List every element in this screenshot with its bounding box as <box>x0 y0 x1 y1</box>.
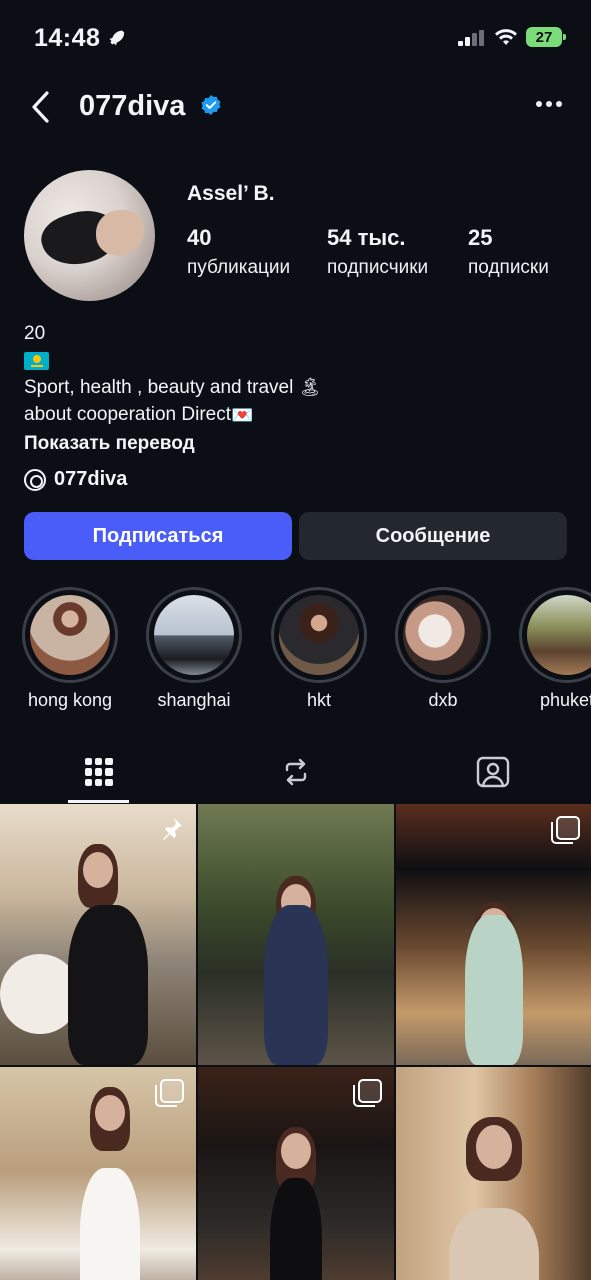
highlight-shanghai[interactable]: shanghai <box>145 587 243 711</box>
threads-handle: 077diva <box>54 468 128 490</box>
carousel-post-icon <box>353 1079 382 1107</box>
bio-line-age: 20 <box>24 323 46 344</box>
story-highlights: hong kong shanghai hkt dxb phuket <box>0 587 591 717</box>
highlight-phuket[interactable]: phuket <box>518 587 591 711</box>
threads-icon <box>24 468 46 491</box>
grid-icon <box>84 758 113 786</box>
kazakhstan-flag-icon <box>24 351 49 370</box>
stat-following-value: 25 <box>468 225 493 250</box>
stat-posts-value: 40 <box>187 225 212 250</box>
follow-button[interactable]: Подписаться <box>24 512 292 560</box>
highlight-label: shanghai <box>157 690 231 710</box>
message-button[interactable]: Сообщение <box>299 512 567 560</box>
highlight-label: dxb <box>428 690 458 710</box>
tagged-person-icon <box>476 756 509 788</box>
posts-grid <box>0 804 591 1280</box>
wifi-icon <box>495 29 517 45</box>
carousel-post-icon <box>551 816 580 844</box>
highlight-hong-kong[interactable]: hong kong <box>21 587 119 711</box>
highlight-cover <box>30 595 110 675</box>
post-thumbnail[interactable] <box>0 1067 196 1280</box>
island-emoji-icon: 🏝 <box>298 377 322 398</box>
highlight-cover <box>527 595 591 675</box>
battery-indicator: 27 <box>526 27 566 47</box>
stat-followers[interactable]: 54 тыс. подписчики <box>327 225 428 279</box>
highlight-label: hkt <box>306 690 331 710</box>
post-thumbnail[interactable] <box>396 804 591 1065</box>
tab-tagged[interactable] <box>394 740 591 804</box>
cellular-signal-icon <box>458 30 484 46</box>
active-tab-indicator <box>68 800 129 803</box>
status-time: 14:48 <box>34 24 101 52</box>
bio-line-cooperation: about cooperation Direct <box>24 404 232 426</box>
tab-reposts[interactable] <box>197 740 394 804</box>
status-bar: 14:48 27 <box>0 0 591 76</box>
post-thumbnail[interactable] <box>198 1067 394 1280</box>
highlight-hkt[interactable]: hkt <box>270 587 368 711</box>
carousel-post-icon <box>155 1079 184 1107</box>
stat-posts-label: публикации <box>187 257 291 278</box>
rocket-icon <box>109 30 125 46</box>
stat-followers-label: подписчики <box>327 257 429 278</box>
highlight-label: phuket <box>539 690 591 710</box>
bio-line-interests: Sport, health , beauty and travel <box>24 377 294 398</box>
post-thumbnail[interactable] <box>396 1067 591 1280</box>
avatar[interactable] <box>24 170 155 301</box>
highlight-cover <box>279 595 359 675</box>
back-arrow-icon[interactable] <box>28 90 54 124</box>
stat-following[interactable]: 25 подписки <box>468 225 549 279</box>
love-letter-emoji-icon: 💌 <box>231 404 254 425</box>
highlight-dxb[interactable]: dxb <box>394 587 492 711</box>
highlight-cover <box>403 595 483 675</box>
verified-badge-icon <box>201 95 221 115</box>
profile-tabs <box>0 740 591 804</box>
profile-header: 077diva <box>0 80 591 136</box>
threads-profile-link[interactable]: 077diva <box>24 468 127 491</box>
profile-full-name: Assel’ B. <box>187 182 275 205</box>
repost-icon <box>285 758 306 786</box>
page-title-username: 077diva <box>79 90 186 122</box>
highlight-cover <box>154 595 234 675</box>
post-thumbnail[interactable] <box>198 804 394 1065</box>
stat-following-label: подписки <box>468 257 549 278</box>
more-options-icon[interactable] <box>535 100 563 108</box>
pinned-post-icon <box>163 818 182 840</box>
stat-posts[interactable]: 40 публикации <box>187 225 290 279</box>
highlight-label: hong kong <box>27 690 113 710</box>
stat-followers-value: 54 тыс. <box>327 225 406 250</box>
post-thumbnail[interactable] <box>0 804 196 1065</box>
tab-posts-grid[interactable] <box>0 740 197 804</box>
profile-bio: 20 Sport, health , beauty and travel 🏝 a… <box>24 320 564 457</box>
show-translation-link[interactable]: Показать перевод <box>24 430 564 457</box>
